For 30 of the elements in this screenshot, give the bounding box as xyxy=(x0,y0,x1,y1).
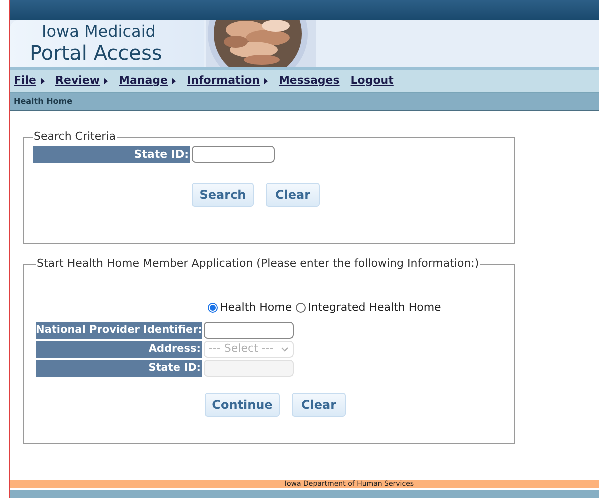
radio-option[interactable]: Health Home xyxy=(208,300,292,316)
form-button[interactable]: Clear xyxy=(266,182,320,206)
radio-button[interactable] xyxy=(296,302,306,313)
caret-right-icon xyxy=(104,78,108,84)
menu-item[interactable]: Logout xyxy=(350,72,394,90)
field-label: Address: xyxy=(36,341,202,358)
menu-item[interactable]: Messages xyxy=(278,72,340,90)
menu-item[interactable]: File xyxy=(14,72,45,90)
menu-item[interactable]: Information xyxy=(186,72,268,90)
caret-right-icon xyxy=(264,78,268,84)
form-button[interactable]: Clear xyxy=(292,393,346,417)
menu-item[interactable]: Review xyxy=(56,72,108,90)
banner-subtitle: Portal Access xyxy=(30,43,164,63)
caret-right-icon xyxy=(40,78,45,84)
radio-option[interactable]: Integrated Health Home xyxy=(296,300,442,316)
text-field[interactable] xyxy=(192,146,275,162)
field-label: National Provider Identifier: xyxy=(36,322,202,339)
caret-right-icon xyxy=(172,78,176,84)
chevron-down-icon xyxy=(281,346,289,352)
form-button[interactable]: Search xyxy=(192,182,254,206)
menu-item[interactable]: Manage xyxy=(119,72,176,90)
breadcrumb: Health Home xyxy=(14,96,73,108)
panel-legend: Search Criteria xyxy=(33,129,117,146)
radio-button[interactable] xyxy=(208,302,218,313)
banner-title: Iowa Medicaid xyxy=(42,24,157,40)
field-label: State ID: xyxy=(36,360,202,377)
form-button[interactable]: Continue xyxy=(205,393,280,417)
panel-legend: Start Health Home Member Application (Please enter the following Information:) xyxy=(36,256,480,272)
text-field[interactable] xyxy=(204,322,294,339)
field-label: State ID: xyxy=(33,146,190,162)
